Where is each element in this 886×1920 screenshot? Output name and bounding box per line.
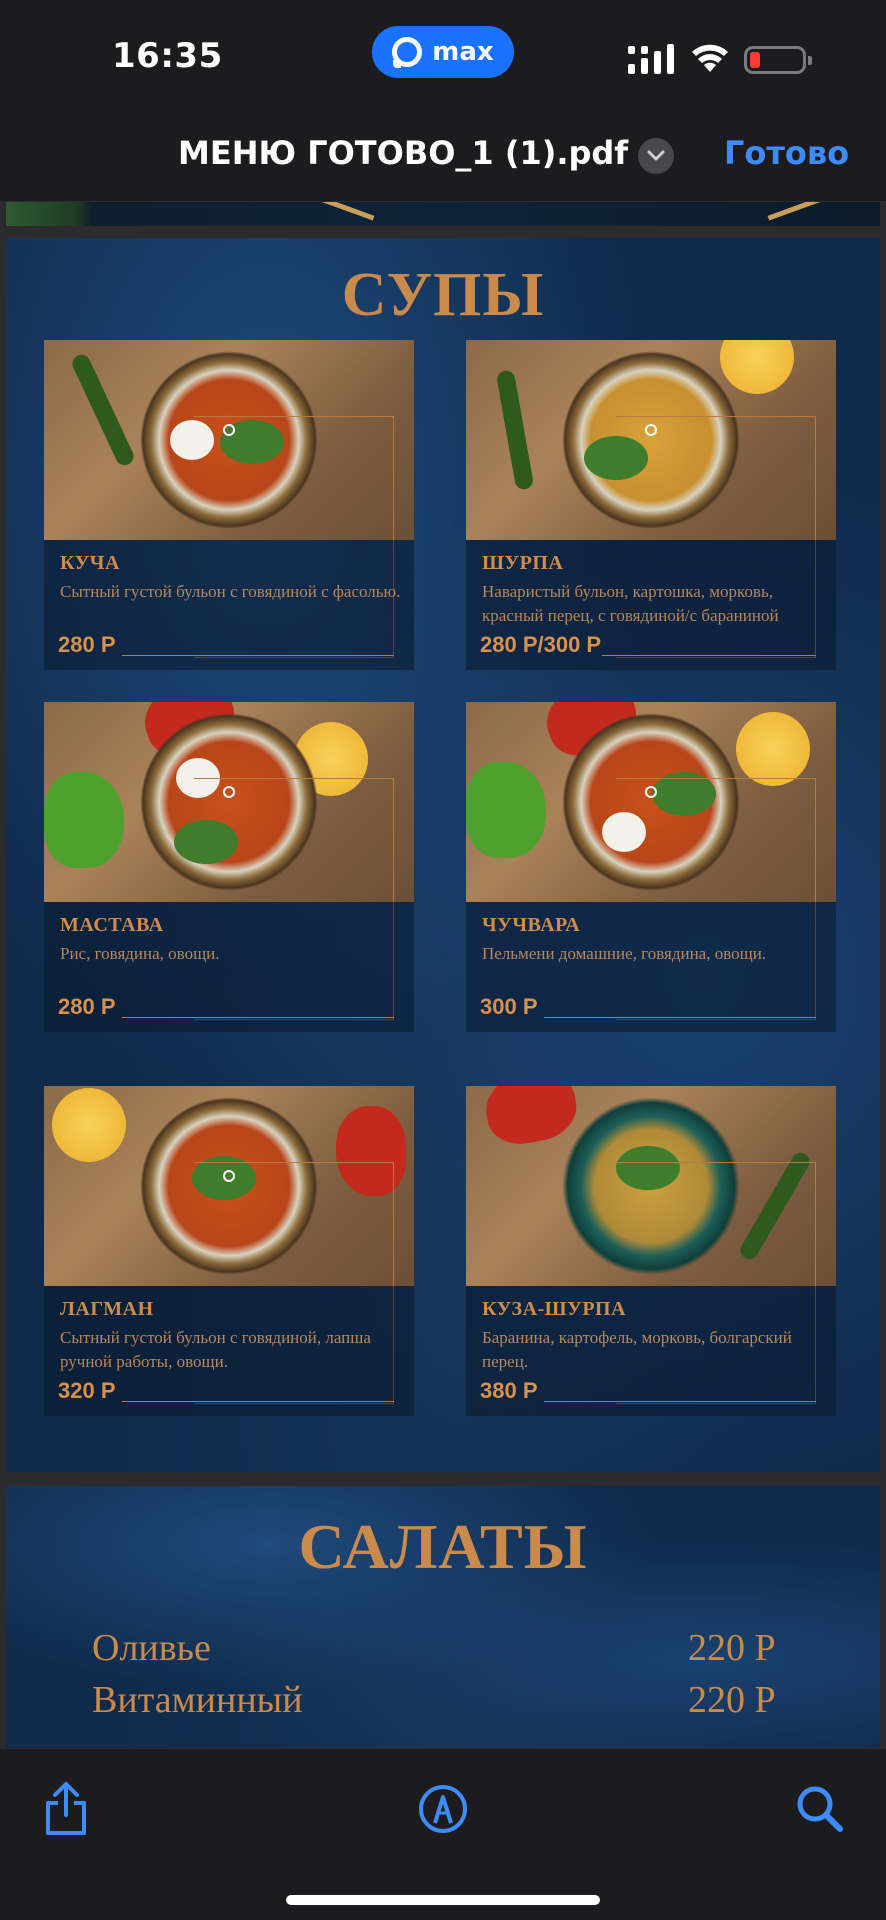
dish-name: ЛАГМАН bbox=[60, 1298, 154, 1320]
dish-description: Сытный густой бульон с говядиной с фасол… bbox=[60, 582, 401, 601]
dish-price: 320 Р bbox=[58, 1378, 116, 1403]
dish-name: ШУРПА bbox=[482, 552, 564, 574]
markup-pen-icon bbox=[419, 1785, 467, 1833]
dish-description: Пельмени домашние, говядина, овощи. bbox=[482, 944, 767, 963]
cellular-signal-icon bbox=[628, 44, 674, 74]
clock-time: 16:35 bbox=[112, 36, 223, 76]
search-button[interactable] bbox=[792, 1781, 848, 1837]
dish-name: КУЧА bbox=[60, 552, 120, 574]
dish-price: 300 Р bbox=[480, 994, 538, 1019]
share-button[interactable] bbox=[38, 1781, 94, 1837]
menu-page-salads: САЛАТЫ Оливье 220 Р Витаминный 220 Р bbox=[6, 1486, 880, 1748]
dish-name: МАСТАВА bbox=[60, 914, 164, 936]
salad-price: 220 Р bbox=[688, 1679, 776, 1721]
salad-price: 220 Р bbox=[688, 1627, 776, 1669]
dish-price: 280 Р/300 Р bbox=[480, 632, 602, 657]
salad-name: Оливье bbox=[92, 1627, 211, 1669]
dish-name: ЧУЧВАРА bbox=[482, 914, 581, 936]
dish-card: ЧУЧВАРА Пельмени домашние, говядина, ово… bbox=[466, 702, 836, 1032]
bottom-toolbar bbox=[0, 1748, 886, 1920]
document-nav-bar: МЕНЮ ГОТОВО_1 (1).pdf Готово bbox=[0, 120, 886, 202]
section-title-soups: СУПЫ bbox=[341, 261, 545, 329]
salad-row: Витаминный 220 Р bbox=[92, 1678, 792, 1728]
dish-name: КУЗА-ШУРПА bbox=[482, 1298, 627, 1320]
dish-price: 280 Р bbox=[58, 994, 116, 1019]
section-title-salads: САЛАТЫ bbox=[298, 1511, 588, 1582]
status-bar: 16:35 max bbox=[0, 0, 886, 120]
salad-name: Витаминный bbox=[92, 1679, 303, 1721]
document-title[interactable]: МЕНЮ ГОТОВО_1 (1).pdf bbox=[178, 134, 628, 172]
previous-page-edge bbox=[6, 202, 880, 226]
dish-card: МАСТАВА Рис, говядина, овощи. 280 Р bbox=[44, 702, 414, 1032]
dish-card: КУЧА Сытный густой бульон с говядиной с … bbox=[44, 340, 414, 670]
dish-price: 280 Р bbox=[58, 632, 116, 657]
share-icon bbox=[46, 1782, 86, 1835]
dish-card: ШУРПА Наваристый бульон, картошка, морко… bbox=[466, 340, 836, 670]
dish-description: Наваристый бульон, картошка, морковь, кр… bbox=[482, 582, 779, 625]
chevron-down-icon[interactable] bbox=[638, 138, 674, 174]
markup-button[interactable] bbox=[415, 1781, 471, 1837]
home-indicator[interactable] bbox=[286, 1895, 600, 1905]
search-icon bbox=[797, 1786, 843, 1832]
dish-price: 380 Р bbox=[480, 1378, 538, 1403]
max-app-label: max bbox=[432, 37, 494, 67]
dish-card: КУЗА-ШУРПА Баранина, картофель, морковь,… bbox=[466, 1086, 836, 1416]
dish-description: Баранина, картофель, морковь, болгарский… bbox=[482, 1328, 792, 1371]
wifi-icon bbox=[692, 44, 728, 72]
dish-description: Рис, говядина, овощи. bbox=[60, 944, 220, 963]
max-app-pill[interactable]: max bbox=[372, 26, 514, 78]
menu-page-soups: СУПЫ КУЧА Сытный густой бульон с говядин… bbox=[6, 238, 880, 1472]
dish-description: Сытный густой бульон с говядиной, лапша … bbox=[60, 1328, 371, 1371]
battery-icon bbox=[744, 46, 812, 74]
dish-card: ЛАГМАН Сытный густой бульон с говядиной,… bbox=[44, 1086, 414, 1416]
max-logo-icon bbox=[392, 37, 423, 68]
salad-row: Оливье 220 Р bbox=[92, 1626, 792, 1676]
battery-level bbox=[750, 52, 760, 68]
done-button[interactable]: Готово bbox=[724, 134, 849, 172]
pdf-viewer[interactable]: СУПЫ КУЧА Сытный густой бульон с говядин… bbox=[0, 202, 886, 1748]
